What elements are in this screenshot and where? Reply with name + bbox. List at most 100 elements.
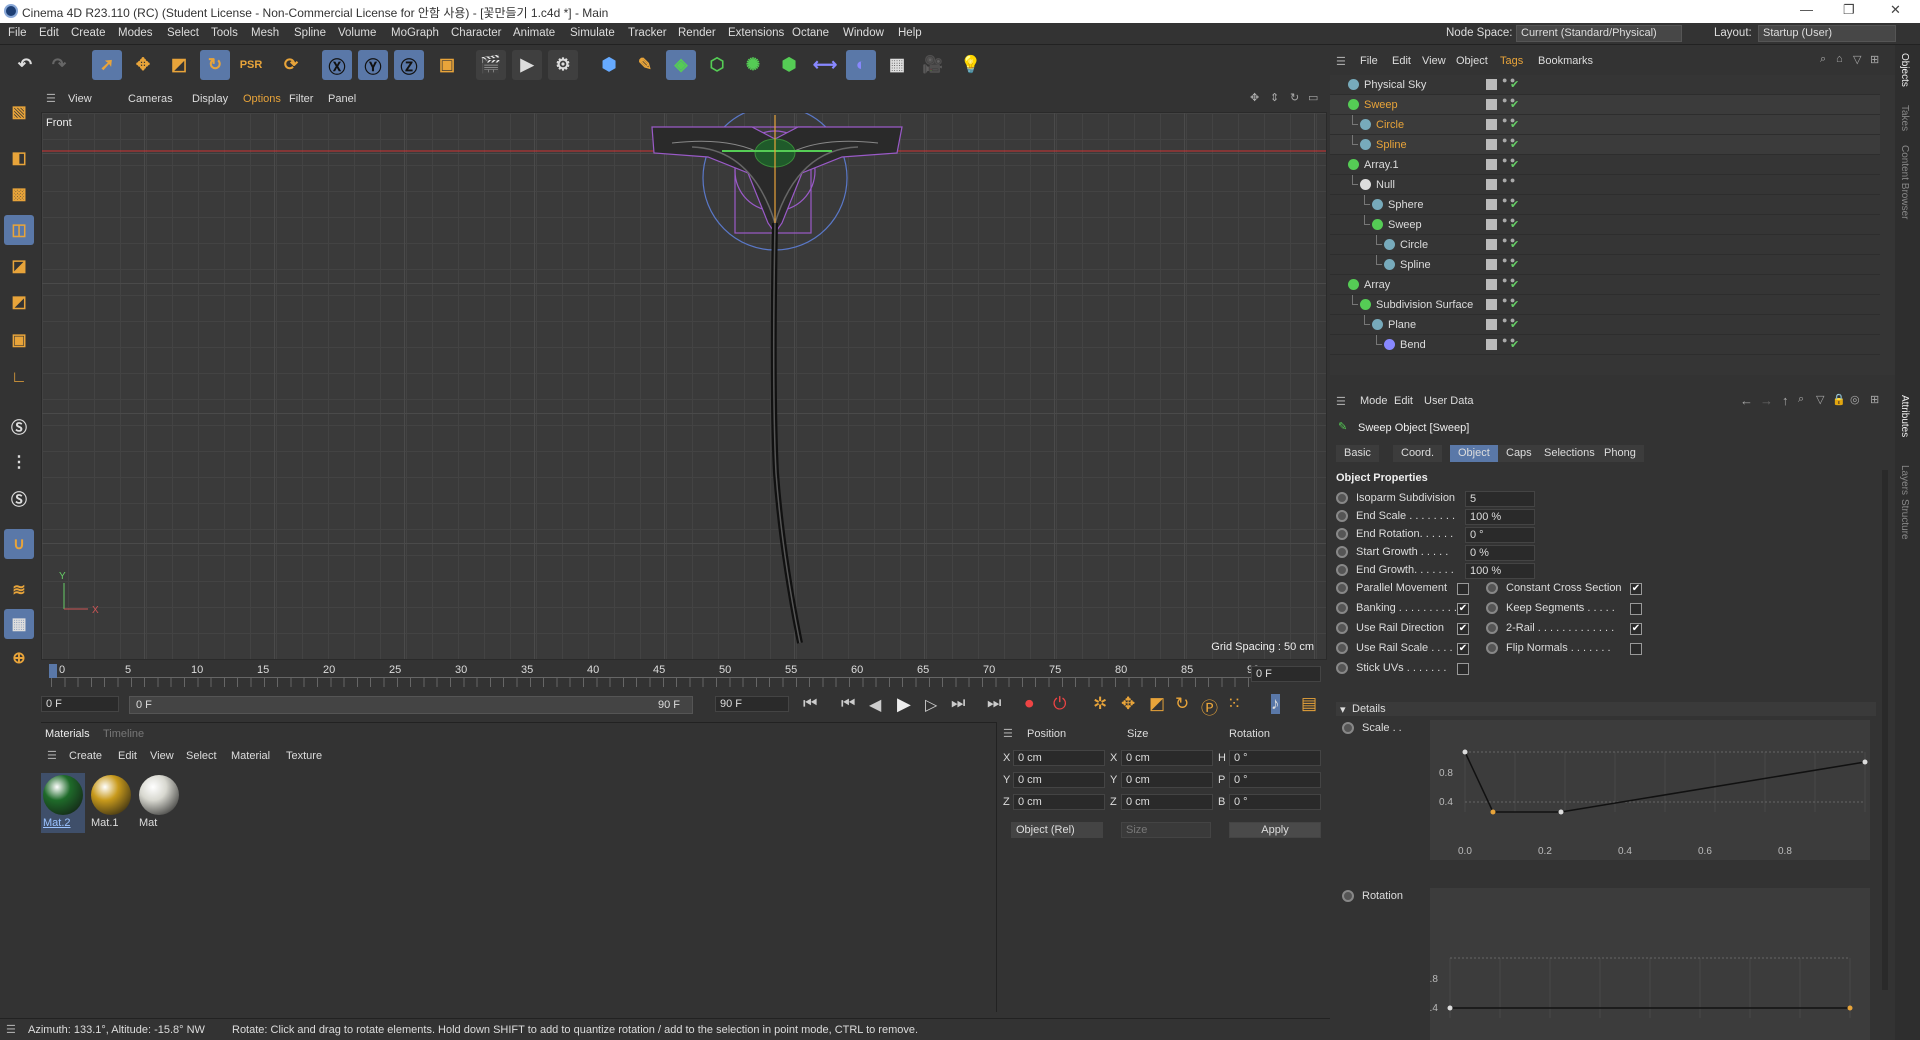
object-row[interactable]: Array.1 ● ● ✔ [1330, 155, 1880, 175]
tab-caps[interactable]: Caps [1498, 445, 1540, 462]
attr-property-field[interactable]: 5 [1465, 491, 1535, 507]
rotation-spline-graph[interactable]: 0.80.4 0.00.20.40.60.81.0 [1430, 888, 1870, 1040]
object-row[interactable]: Null ● ● [1330, 175, 1880, 195]
attr-property-field[interactable]: 100 % [1465, 509, 1535, 525]
attr-lock-icon[interactable]: 🔒 [1832, 393, 1846, 406]
solo-icon[interactable]: Ⓢ [4, 411, 34, 441]
solo-hierarchy-icon[interactable]: ⋮ [4, 447, 34, 477]
record-keys-icon[interactable]: ⏺ [1025, 694, 1034, 714]
viewport-move-icon[interactable]: ✥ [1250, 91, 1259, 104]
keyframe-icon[interactable] [1336, 510, 1348, 522]
attr-checkbox[interactable]: ✔ [1457, 623, 1469, 635]
spline-point[interactable] [1847, 1005, 1853, 1011]
object-name[interactable]: Circle [1400, 239, 1428, 251]
object-name[interactable]: Array.1 [1364, 159, 1399, 171]
attr-checkbox[interactable] [1457, 583, 1469, 595]
enabled-check-icon[interactable]: ✔ [1510, 338, 1519, 351]
key-scale-icon[interactable]: ◩ [1149, 694, 1165, 714]
attr-scrollbar[interactable] [1882, 470, 1888, 990]
keyframe-icon[interactable] [1486, 602, 1498, 614]
workplane-icon[interactable]: ≋ [4, 575, 34, 605]
polygons-mode-icon[interactable]: ◩ [4, 287, 34, 317]
menu-item-file[interactable]: File [8, 27, 27, 39]
layer-edit-icon[interactable] [1486, 319, 1497, 330]
attr-property-field[interactable]: 0 ° [1465, 527, 1535, 543]
enabled-check-icon[interactable]: ✔ [1510, 298, 1519, 311]
attr-search-icon[interactable]: ⌕ [1798, 393, 1804, 406]
material-menu-create[interactable]: Create [69, 750, 102, 762]
spline-point[interactable] [1490, 809, 1496, 815]
right-tab-attributes[interactable]: Attributes [1899, 395, 1910, 437]
layer-edit-icon[interactable] [1486, 99, 1497, 110]
key-rotation-icon[interactable]: ↻ [1175, 694, 1189, 714]
coord-pos-field[interactable]: 0 cm [1013, 794, 1105, 810]
layer-edit-icon[interactable] [1486, 279, 1497, 290]
viewport-menu-display[interactable]: Display [192, 93, 228, 105]
field-icon[interactable]: ◐ [846, 50, 876, 80]
attr-checkbox[interactable]: ✔ [1457, 643, 1469, 655]
rotation-keyframe-icon[interactable] [1342, 890, 1354, 902]
object-name[interactable]: Spline [1400, 259, 1431, 271]
coords-mode-select[interactable]: Object (Rel) [1011, 822, 1103, 838]
object-menu-object[interactable]: Object [1456, 55, 1488, 67]
attr-forward-icon[interactable]: → [1760, 393, 1773, 408]
attr-checkbox[interactable] [1630, 643, 1642, 655]
keyframe-icon[interactable] [1336, 642, 1348, 654]
layer-edit-icon[interactable] [1486, 159, 1497, 170]
axis-mode-icon[interactable]: ∟ [4, 363, 34, 393]
sound-icon[interactable]: ♪ [1271, 694, 1280, 714]
tab-phong[interactable]: Phong [1596, 445, 1644, 462]
attr-checkbox[interactable]: ✔ [1630, 583, 1642, 595]
object-name[interactable]: Bend [1400, 339, 1426, 351]
coord-size-field[interactable]: 0 cm [1121, 794, 1213, 810]
cube-icon[interactable]: ⬢ [594, 50, 624, 80]
object-name[interactable]: Null [1376, 179, 1395, 191]
enabled-check-icon[interactable]: ✔ [1510, 198, 1519, 211]
tab-basic[interactable]: Basic [1336, 445, 1379, 462]
grid-lock-icon[interactable]: ▦ [4, 609, 34, 639]
viewport-menu-panel[interactable]: Panel [328, 93, 356, 105]
frame-range-slider[interactable]: 0 F 90 F [129, 696, 693, 714]
rotate-tool-icon[interactable]: ↻ [200, 50, 230, 80]
scale-spline-graph[interactable]: 0.0 0.2 0.4 0.6 0.8 0.8 0.4 [1430, 720, 1870, 860]
next-key-icon[interactable]: ⏭ [951, 695, 965, 713]
keyframe-icon[interactable] [1336, 582, 1348, 594]
object-name[interactable]: Physical Sky [1364, 79, 1426, 91]
menu-item-render[interactable]: Render [678, 27, 716, 39]
menu-item-edit[interactable]: Edit [39, 27, 59, 39]
menu-item-tools[interactable]: Tools [211, 27, 238, 39]
light-icon[interactable]: 💡 [956, 50, 986, 80]
menu-item-simulate[interactable]: Simulate [570, 27, 615, 39]
keyframe-icon[interactable] [1486, 642, 1498, 654]
autokey-icon[interactable]: ⏻ [1053, 694, 1066, 714]
material-menu-material[interactable]: Material [231, 750, 270, 762]
timeline-playhead[interactable] [49, 664, 57, 678]
viewport-menu-view[interactable]: View [68, 93, 92, 105]
attr-property-field[interactable]: 0 % [1465, 545, 1535, 561]
restore-icon[interactable]: ❐ [1843, 2, 1855, 18]
object-row[interactable]: Spline ● ● ✔ [1330, 255, 1880, 275]
enabled-check-icon[interactable]: ✔ [1510, 78, 1519, 91]
close-icon[interactable]: ✕ [1890, 2, 1901, 18]
object-name[interactable]: Circle [1376, 119, 1404, 131]
layer-edit-icon[interactable] [1486, 339, 1497, 350]
node-space-select[interactable]: Current (Standard/Physical) [1516, 25, 1682, 42]
mograph-effector-icon[interactable]: ⬢ [774, 50, 804, 80]
object-name[interactable]: Subdivision Surface [1376, 299, 1473, 311]
spline-point[interactable] [1447, 1005, 1453, 1011]
camera-icon[interactable]: 🎥 [918, 50, 948, 80]
keyframe-icon[interactable] [1486, 622, 1498, 634]
keyframe-icon[interactable] [1336, 528, 1348, 540]
play-icon[interactable]: ▶ [897, 694, 911, 715]
coord-size-field[interactable]: 0 cm [1121, 750, 1213, 766]
viewport-menu-cameras[interactable]: Cameras [128, 93, 173, 105]
attr-checkbox[interactable] [1457, 663, 1469, 675]
render-view-icon[interactable]: 🎬 [476, 50, 506, 80]
solo-off-icon[interactable]: Ⓢ [4, 483, 34, 513]
z-axis-lock-icon[interactable]: Ⓩ [394, 50, 424, 80]
details-toggle-icon[interactable]: ▾ [1340, 703, 1346, 716]
spline-point[interactable] [1462, 749, 1468, 755]
object-home-icon[interactable]: ⌂ [1836, 53, 1843, 65]
x-axis-lock-icon[interactable]: Ⓧ [322, 50, 352, 80]
keyframe-icon[interactable] [1336, 564, 1348, 576]
